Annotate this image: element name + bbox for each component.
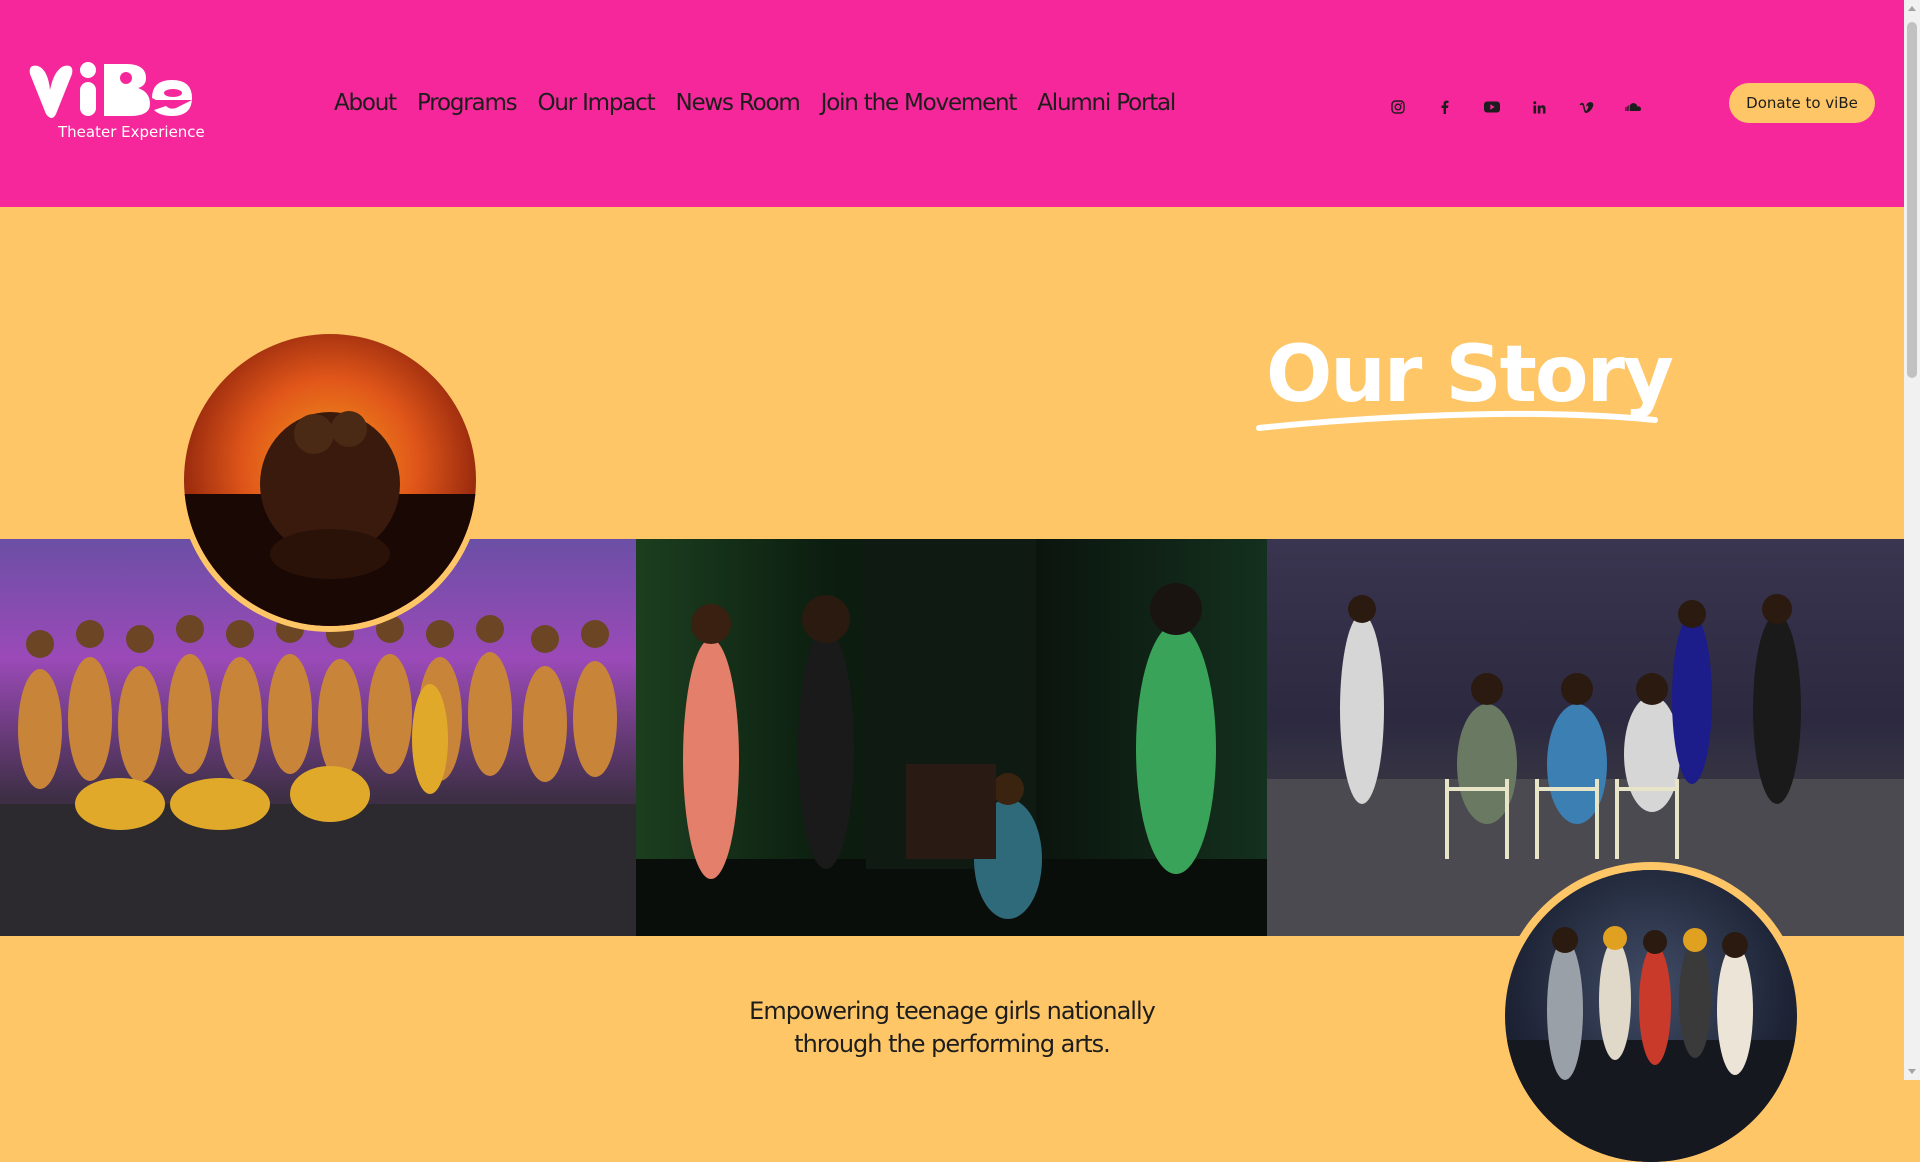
tagline-line-1: Empowering teenage girls nationally — [749, 997, 1156, 1025]
nav-about[interactable]: About — [334, 90, 397, 116]
nav-alumni-portal[interactable]: Alumni Portal — [1037, 90, 1176, 116]
social-links — [1388, 97, 1670, 117]
nav-programs[interactable]: Programs — [417, 90, 518, 116]
tagline-line-2: through the performing arts. — [794, 1030, 1111, 1058]
vimeo-icon[interactable] — [1576, 97, 1596, 117]
linkedin-icon[interactable] — [1529, 97, 1549, 117]
donate-button[interactable]: Donate to viBe — [1729, 83, 1875, 123]
site-header: Theater Experience About Programs Our Im… — [0, 0, 1904, 207]
instagram-icon[interactable] — [1388, 97, 1408, 117]
facebook-icon[interactable] — [1435, 97, 1455, 117]
nav-news-room[interactable]: News Room — [675, 90, 800, 116]
logo-subtitle: Theater Experience — [58, 123, 205, 141]
soundcloud-icon[interactable] — [1623, 97, 1643, 117]
embrace-photo-circle — [184, 334, 476, 626]
main-nav: About Programs Our Impact News Room Join… — [334, 90, 1196, 116]
dance-circle-photo — [1505, 870, 1797, 1162]
youtube-icon[interactable] — [1482, 97, 1502, 117]
vibe-logo[interactable]: Theater Experience — [26, 60, 205, 144]
nav-our-impact[interactable]: Our Impact — [537, 90, 655, 116]
scrollbar-thumb[interactable] — [1907, 22, 1917, 378]
vibe-logo-mark — [29, 62, 192, 118]
mission-tagline: Empowering teenage girls nationally thro… — [652, 995, 1252, 1061]
scroll-up-arrow-icon[interactable] — [1908, 6, 1916, 11]
stage-scene-photo — [636, 539, 1267, 936]
title-underline — [1256, 410, 1658, 431]
nav-join-the-movement[interactable]: Join the Movement — [821, 90, 1018, 116]
page-scrollbar[interactable] — [1904, 0, 1920, 1080]
scroll-down-arrow-icon[interactable] — [1908, 1069, 1916, 1074]
